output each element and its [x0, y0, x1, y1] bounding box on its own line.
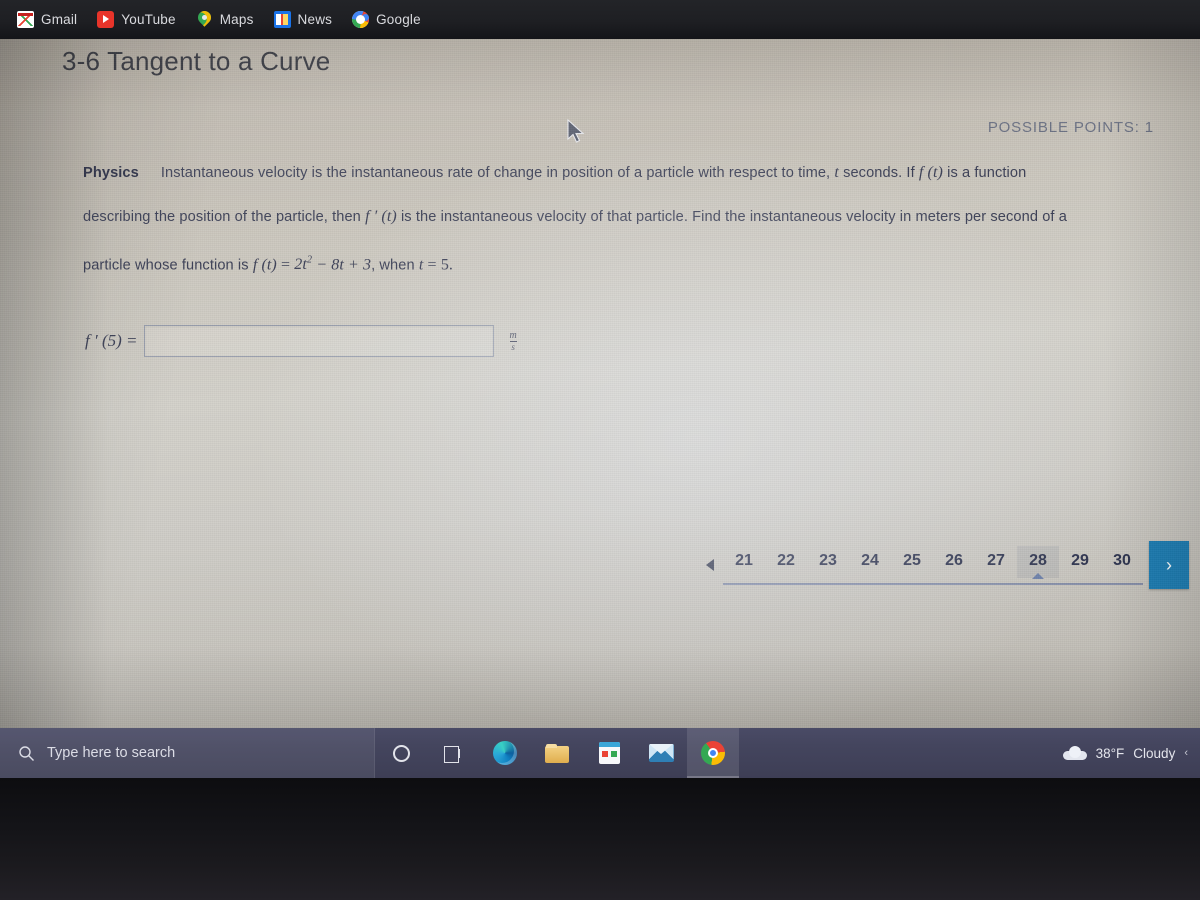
question-text-f: particle whose function is [83, 257, 249, 274]
pagination-underline [723, 582, 1143, 585]
triangle-left-icon [706, 559, 714, 571]
cortana-button[interactable] [375, 728, 427, 778]
question-text-b: seconds. If [843, 165, 915, 181]
screen-texture [0, 39, 1200, 728]
bookmark-label: YouTube [121, 12, 176, 27]
page-button[interactable]: 27 [975, 546, 1017, 578]
youtube-icon [97, 11, 115, 28]
subject-label: Physics [83, 165, 139, 181]
tray-overflow-icon[interactable]: ‹ [1184, 747, 1188, 759]
page-button[interactable]: 29 [1059, 546, 1101, 578]
google-news-icon [273, 11, 291, 28]
mail-button[interactable] [635, 728, 687, 778]
system-tray: 38°F Cloudy ‹ [1062, 745, 1200, 761]
page-button[interactable]: 21 [723, 546, 765, 578]
function-f-prime-t: f ′ (t) [365, 208, 397, 225]
screen-glare [0, 39, 1200, 728]
cloud-icon [1062, 746, 1087, 760]
t-value: 5. [440, 256, 454, 274]
bookmark-maps[interactable]: Maps [187, 8, 263, 31]
answer-label: f ′ (5) = [85, 331, 138, 350]
task-view-icon [443, 745, 463, 763]
question-text-g: , when [371, 257, 415, 274]
chrome-icon [701, 741, 725, 765]
store-icon [598, 742, 620, 764]
cortana-icon [392, 744, 410, 762]
task-view-button[interactable] [427, 728, 479, 778]
answer-input[interactable] [143, 325, 494, 357]
taskbar-buttons [375, 728, 739, 778]
page-button-active[interactable]: 28 [1017, 545, 1059, 579]
google-icon [352, 11, 370, 28]
page-button[interactable]: 25 [891, 546, 933, 578]
page-button[interactable]: 26 [933, 546, 975, 578]
microsoft-store-button[interactable] [583, 728, 635, 778]
page-button[interactable]: 24 [849, 546, 891, 578]
page-button[interactable]: 22 [765, 546, 807, 578]
pagination-next-button[interactable]: › [1149, 541, 1189, 589]
weather-temperature: 38°F [1095, 745, 1125, 761]
chrome-button[interactable] [687, 728, 739, 778]
bookmark-label: News [297, 12, 333, 27]
variable-t: t [834, 164, 839, 181]
equation-tail: − 8t + 3 [316, 256, 372, 274]
search-icon [19, 745, 34, 761]
question-line-2: describing the position of the particle,… [83, 195, 1118, 239]
answer-row: f ′ (5) = m s [85, 325, 517, 357]
possible-points-label: POSSIBLE POINTS: 1 [987, 119, 1154, 136]
edge-icon [493, 741, 517, 765]
mouse-cursor [567, 119, 585, 143]
bookmarks-bar: Gmail YouTube Maps News Google [0, 0, 1200, 39]
weather-condition: Cloudy [1133, 745, 1176, 761]
monitor-bezel [0, 778, 1200, 900]
function-ft: f (t) [918, 164, 943, 181]
pagination-pages: 21 22 23 24 25 26 27 28 29 30 [723, 545, 1143, 585]
edge-button[interactable] [479, 728, 531, 778]
bookmark-news[interactable]: News [265, 8, 342, 31]
weather-widget[interactable]: 38°F Cloudy [1062, 745, 1176, 761]
bookmark-label: Maps [219, 12, 254, 27]
search-placeholder-text: Type here to search [47, 745, 176, 761]
unit-numerator: m [509, 329, 517, 341]
bookmark-gmail[interactable]: Gmail [8, 8, 86, 31]
screen-photo: Gmail YouTube Maps News Google 3-6 Tange… [0, 0, 1200, 900]
page-button[interactable]: 30 [1101, 546, 1143, 578]
maps-icon [196, 11, 213, 28]
bookmark-label: Gmail [41, 12, 78, 27]
gmail-icon [17, 11, 34, 28]
pagination-prev-button[interactable] [697, 550, 723, 580]
assignment-page: 3-6 Tangent to a Curve POSSIBLE POINTS: … [0, 39, 1200, 728]
page-button[interactable]: 23 [807, 546, 849, 578]
question-line-3: particle whose function is f (t) = 2t2 −… [83, 255, 454, 274]
variable-t-2: t [418, 256, 424, 274]
page-title: 3-6 Tangent to a Curve [62, 46, 331, 76]
mail-icon [648, 744, 674, 762]
function-ft-2: f (t) [252, 256, 277, 274]
pagination: 21 22 23 24 25 26 27 28 29 30 › [697, 541, 1189, 589]
folder-icon [545, 743, 569, 763]
question-body: Physics Instantaneous velocity is the ins… [83, 151, 1118, 287]
question-text-d: describing the position of the particle,… [83, 209, 361, 225]
bookmark-label: Google [376, 12, 421, 27]
taskbar-search[interactable]: Type here to search [0, 728, 375, 778]
bookmark-youtube[interactable]: YouTube [88, 8, 184, 31]
windows-taskbar: Type here to search 38°F Cloudy ‹ [0, 728, 1200, 778]
question-text-a: Instantaneous velocity is the instantane… [160, 165, 831, 181]
question-text-e: is the instantaneous velocity of that pa… [400, 209, 1067, 225]
equation-term-1: 2t2 [294, 255, 313, 274]
question-text-c: is a function [947, 165, 1027, 181]
unit-denominator: s [509, 340, 517, 352]
unit-meters-per-second: m s [509, 329, 517, 352]
file-explorer-button[interactable] [531, 728, 583, 778]
question-line-1: Physics Instantaneous velocity is the ins… [83, 151, 1118, 195]
bookmark-google[interactable]: Google [343, 8, 430, 31]
